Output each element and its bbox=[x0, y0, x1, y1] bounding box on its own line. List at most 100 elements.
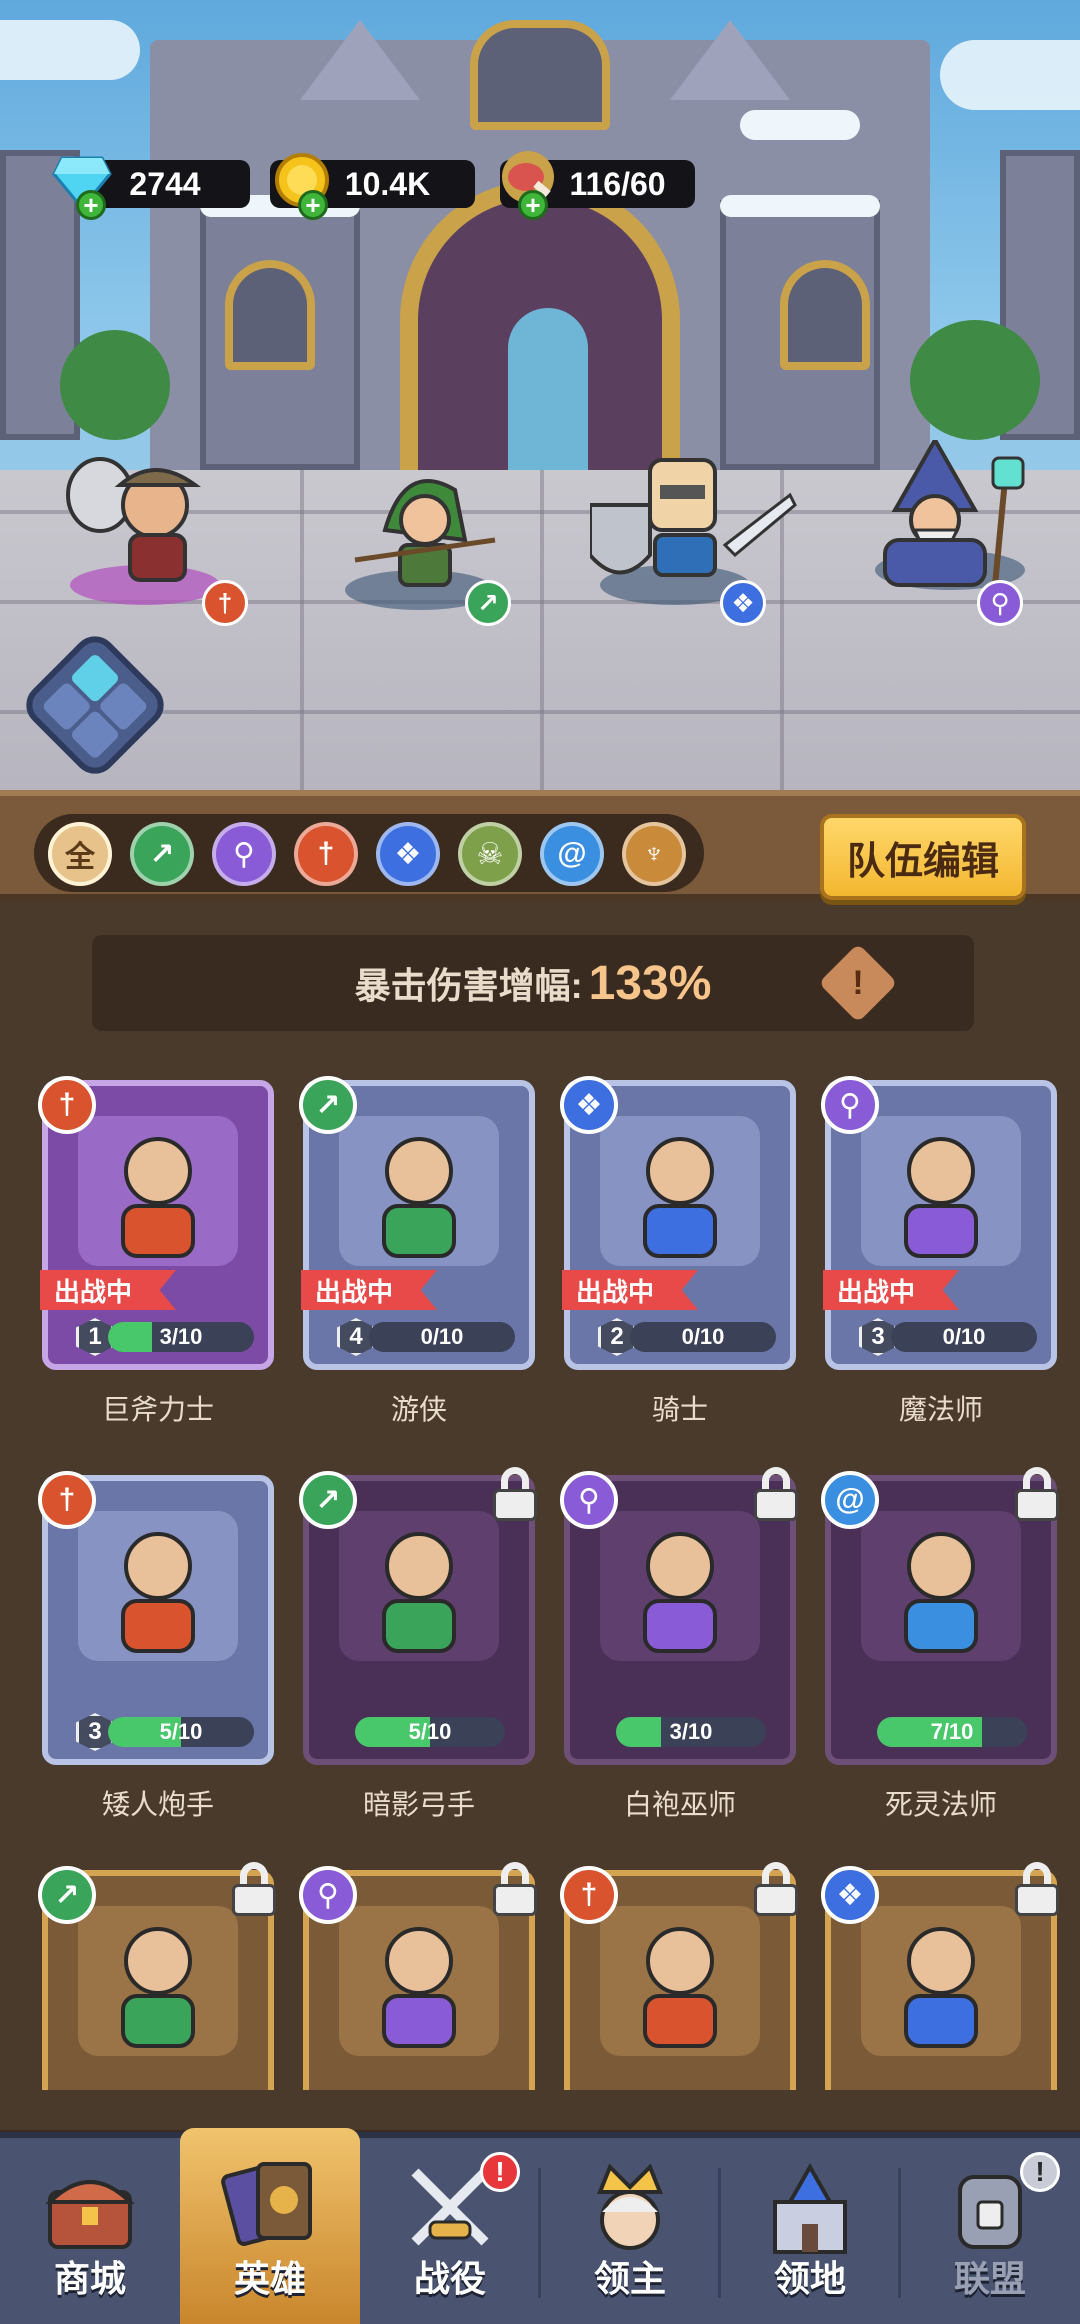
hero-card[interactable]: ⚲ 出战中 3 0/10 bbox=[821, 1076, 1057, 1370]
hero-name: 骑士 bbox=[651, 1394, 708, 1425]
hero-card[interactable]: @7/10 bbox=[821, 1467, 1059, 1765]
shard-progress-text: 7/10 bbox=[930, 1719, 974, 1744]
hero-portrait bbox=[861, 1906, 1021, 2056]
staff-icon: ⚲ bbox=[560, 1471, 618, 1529]
hero-card[interactable]: ↗ bbox=[38, 1862, 276, 2090]
hero-portrait bbox=[339, 1511, 499, 1661]
crit-value: 133% bbox=[588, 956, 712, 1010]
lock-icon bbox=[750, 1862, 802, 1918]
hero-portrait bbox=[78, 1116, 238, 1266]
bow-icon: ↗ bbox=[38, 1866, 96, 1924]
team-hero-mage[interactable]: ⚲ bbox=[865, 440, 1035, 626]
filter-paw-icon[interactable]: ❖ bbox=[376, 822, 440, 886]
deployed-tag: 出战中 bbox=[301, 1270, 437, 1310]
nav-divider bbox=[898, 2168, 901, 2298]
shard-progress: 7/10 bbox=[877, 1717, 1027, 1747]
lock-icon bbox=[750, 1467, 802, 1523]
hero-name: 死灵法师 bbox=[884, 1789, 997, 1820]
dagger-icon: † bbox=[38, 1471, 96, 1529]
nav-divider bbox=[538, 2168, 541, 2298]
alert-badge: ! bbox=[480, 2152, 520, 2192]
nav-label: 领地 bbox=[773, 2258, 846, 2299]
shard-progress: 3/10 bbox=[108, 1322, 254, 1352]
paw-icon: ❖ bbox=[821, 1866, 879, 1924]
nav-label: 商城 bbox=[53, 2258, 126, 2299]
shard-progress-text: 5/10 bbox=[159, 1719, 203, 1744]
nav-crowned-lord[interactable]: 领主 bbox=[540, 2138, 720, 2324]
hero-card[interactable]: ↗ 出战中 4 0/10 bbox=[299, 1076, 535, 1370]
filter-wings-icon[interactable]: ♆ bbox=[622, 822, 686, 886]
gems-value: 2744 bbox=[129, 165, 201, 202]
shard-progress: 3/10 bbox=[616, 1717, 766, 1747]
hero-portrait bbox=[600, 1511, 760, 1661]
hero-card[interactable]: ❖ bbox=[821, 1862, 1059, 2090]
team-hero-ranger[interactable]: ↗ bbox=[335, 460, 511, 626]
team-hero-warrior[interactable]: † bbox=[60, 455, 248, 626]
lock-icon bbox=[228, 1862, 280, 1918]
shard-progress-text: 0/10 bbox=[420, 1324, 464, 1349]
hero-card[interactable]: ⚲ 3/10 bbox=[560, 1467, 798, 1765]
hero-portrait bbox=[600, 1906, 760, 2056]
shard-progress: 5/10 bbox=[108, 1717, 254, 1747]
shard-progress: 0/10 bbox=[891, 1322, 1037, 1352]
treasure-chest-icon bbox=[40, 2162, 140, 2258]
dagger-icon: † bbox=[202, 580, 248, 626]
deployed-tag: 出战中 bbox=[562, 1270, 698, 1310]
nav-guild[interactable]: 联盟! bbox=[900, 2138, 1080, 2324]
dagger-icon: † bbox=[38, 1076, 96, 1134]
castle-gate bbox=[400, 180, 680, 480]
filter-swirl-icon[interactable]: @ bbox=[540, 822, 604, 886]
filter-bow-icon[interactable]: ↗ bbox=[130, 822, 194, 886]
bow-icon: ↗ bbox=[299, 1471, 357, 1529]
class-filter-bar: 全 ↗ ⚲ † ❖ ☠ @ ♆ 队伍编辑 bbox=[0, 790, 1080, 900]
gold-value: 10.4K bbox=[344, 165, 431, 202]
crit-label: 暴击伤害增幅: bbox=[354, 965, 583, 1006]
deployed-tag: 出战中 bbox=[823, 1270, 959, 1310]
deployed-tag: 出战中 bbox=[40, 1270, 176, 1310]
lock-icon bbox=[489, 1862, 541, 1918]
hero-card[interactable]: † 出战中 1 3/10 bbox=[38, 1076, 274, 1370]
filter-skull-icon[interactable]: ☠ bbox=[458, 822, 522, 886]
add-stamina-icon[interactable]: + bbox=[518, 190, 548, 220]
staff-icon: ⚲ bbox=[977, 580, 1023, 626]
hero-card[interactable]: † 3 5/10 bbox=[38, 1471, 274, 1765]
dagger-icon: † bbox=[560, 1866, 618, 1924]
hero-portrait bbox=[78, 1511, 238, 1661]
filter-dagger-icon[interactable]: † bbox=[294, 822, 358, 886]
filter-all-icon[interactable]: 全 bbox=[48, 822, 112, 886]
staff-icon: ⚲ bbox=[299, 1866, 357, 1924]
nav-label: 领主 bbox=[593, 2258, 666, 2299]
shard-progress-text: 3/10 bbox=[669, 1719, 713, 1744]
hero-name: 白袍巫师 bbox=[623, 1789, 736, 1820]
battle-scene: 2744 + 10.4K + 116/60 + † ↗ ❖ ⚲ bbox=[0, 0, 1080, 800]
filter-staff-icon[interactable]: ⚲ bbox=[212, 822, 276, 886]
hero-card[interactable]: ↗ 5/10 bbox=[299, 1467, 537, 1765]
stamina-value: 116/60 bbox=[569, 165, 666, 202]
crit-damage-banner: 暴击伤害增幅: 133% ! bbox=[92, 935, 974, 1031]
castle-icon bbox=[760, 2162, 860, 2258]
bow-icon: ↗ bbox=[299, 1076, 357, 1134]
team-hero-knight[interactable]: ❖ bbox=[590, 455, 797, 626]
nav-castle[interactable]: 领地 bbox=[720, 2138, 900, 2324]
swirl-icon: @ bbox=[821, 1471, 879, 1529]
paw-icon: ❖ bbox=[720, 580, 766, 626]
hero-card[interactable]: † bbox=[560, 1862, 798, 2090]
bottom-nav: 商城 英雄 战役! 领主 领地 联盟! bbox=[0, 2128, 1080, 2324]
alert-badge: ! bbox=[1020, 2152, 1060, 2192]
bow-icon: ↗ bbox=[465, 580, 511, 626]
hero-name: 巨斧力士 bbox=[101, 1394, 214, 1425]
paw-icon: ❖ bbox=[560, 1076, 618, 1134]
hero-card[interactable]: ⚲ bbox=[299, 1862, 537, 2090]
shard-progress-text: 5/10 bbox=[408, 1719, 452, 1744]
add-gold-icon[interactable]: + bbox=[298, 190, 328, 220]
hero-card[interactable]: ❖ 出战中 2 0/10 bbox=[560, 1076, 796, 1370]
hero-portrait bbox=[78, 1906, 238, 2056]
nav-divider bbox=[718, 2168, 721, 2298]
hero-portrait bbox=[339, 1116, 499, 1266]
team-edit-button[interactable]: 队伍编辑 bbox=[820, 814, 1026, 900]
nav-hero-cards[interactable]: 英雄 bbox=[180, 2128, 360, 2324]
nav-treasure-chest[interactable]: 商城 bbox=[0, 2138, 180, 2324]
nav-crossed-swords[interactable]: 战役! bbox=[360, 2138, 540, 2324]
add-gems-icon[interactable]: + bbox=[76, 190, 106, 220]
info-icon[interactable]: ! bbox=[818, 943, 898, 1023]
